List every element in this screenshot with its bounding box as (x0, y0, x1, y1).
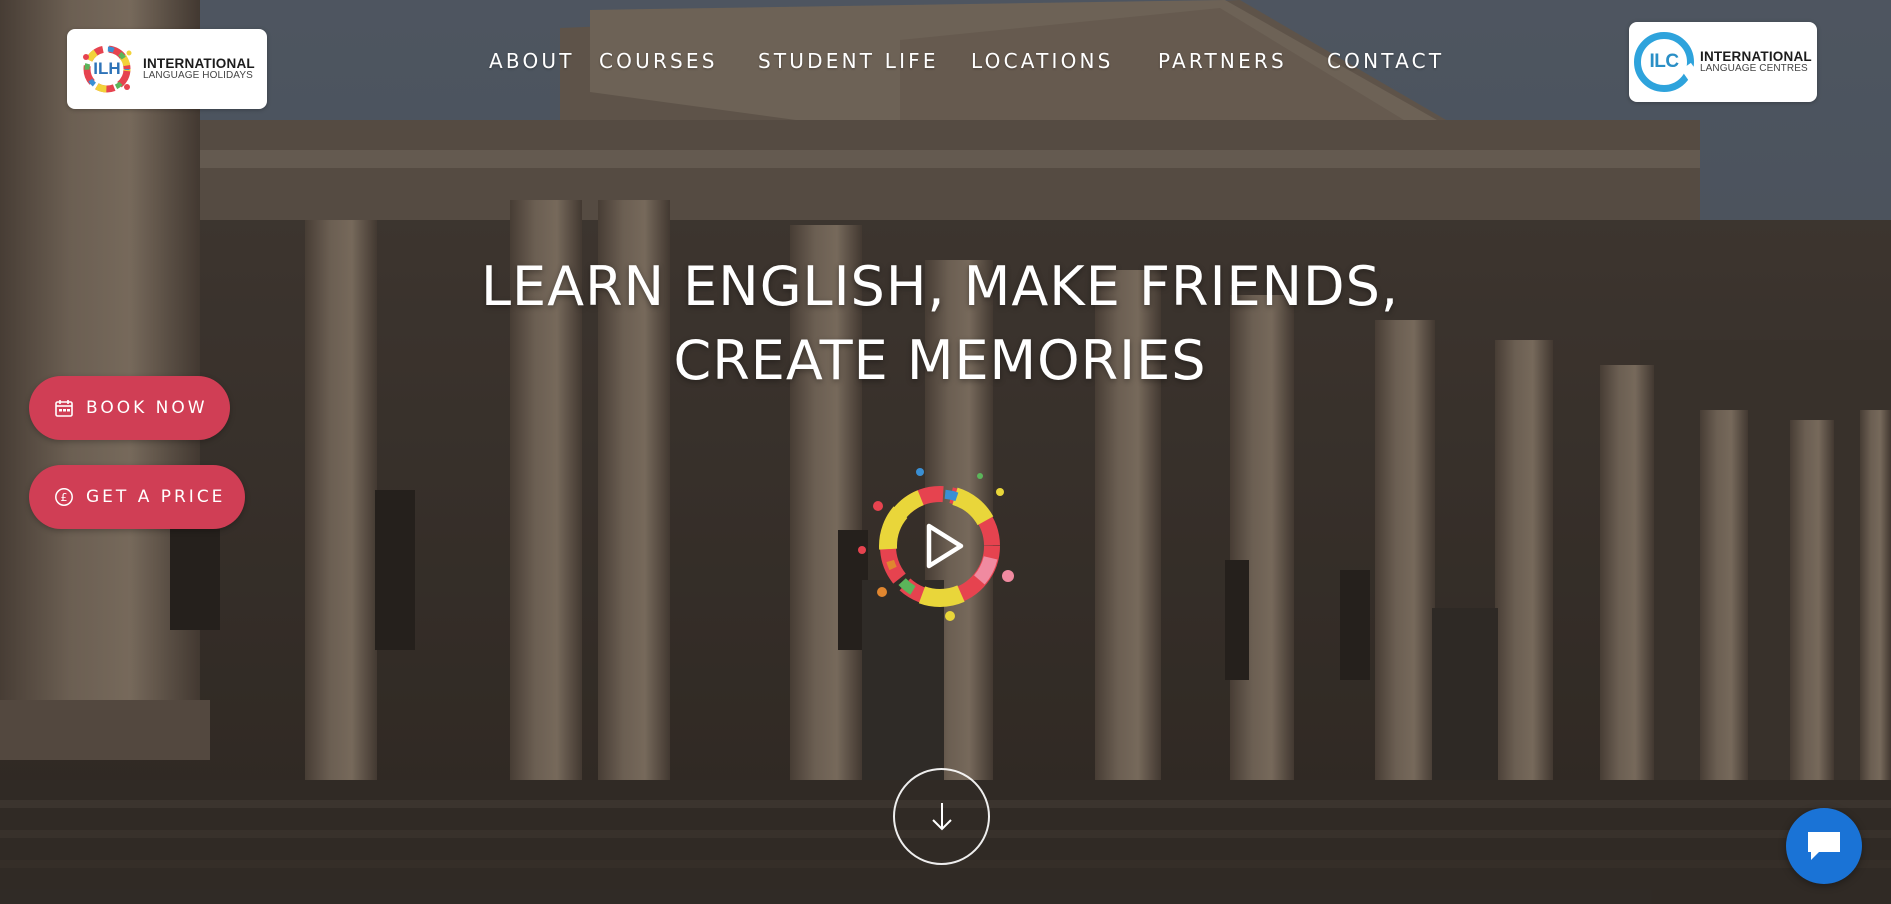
ilc-ring-icon: ILC (1634, 32, 1694, 92)
nav-about[interactable]: ABOUT (489, 49, 575, 73)
nav-student-life[interactable]: STUDENT LIFE (758, 49, 939, 73)
book-now-button[interactable]: BOOK NOW (29, 376, 230, 440)
get-a-price-label: GET A PRICE (86, 487, 226, 507)
nav-courses[interactable]: COURSES (599, 49, 718, 73)
scroll-down-button[interactable] (893, 768, 990, 865)
ilc-logo-mark: ILC (1649, 51, 1679, 72)
arrow-down-icon (931, 802, 952, 830)
get-a-price-button[interactable]: £ GET A PRICE (29, 465, 245, 529)
chat-bubble-icon (1808, 832, 1840, 860)
main-nav: ABOUT COURSES STUDENT LIFE LOCATIONS PAR… (0, 49, 1891, 79)
nav-partners[interactable]: PARTNERS (1158, 49, 1287, 73)
ilc-logo[interactable]: ILC INTERNATIONAL LANGUAGE CENTRES (1629, 22, 1817, 102)
chat-button[interactable] (1786, 808, 1862, 884)
hero-headline: LEARN ENGLISH, MAKE FRIENDS, CREATE MEMO… (440, 250, 1440, 398)
paint-splash-ring-icon (858, 468, 1014, 621)
ilc-logo-name: INTERNATIONAL (1700, 48, 1812, 64)
book-now-label: BOOK NOW (86, 398, 208, 418)
nav-contact[interactable]: CONTACT (1327, 49, 1444, 73)
hero-headline-line2: CREATE MEMORIES (673, 329, 1207, 392)
play-icon (926, 523, 964, 569)
ilc-logo-subname: LANGUAGE CENTRES (1700, 62, 1808, 74)
nav-locations[interactable]: LOCATIONS (971, 49, 1114, 73)
calendar-icon (54, 398, 74, 418)
svg-text:£: £ (61, 491, 68, 504)
play-video-button[interactable] (850, 460, 1030, 632)
pound-coin-icon: £ (54, 487, 74, 507)
hero-headline-line1: LEARN ENGLISH, MAKE FRIENDS, (480, 255, 1400, 318)
